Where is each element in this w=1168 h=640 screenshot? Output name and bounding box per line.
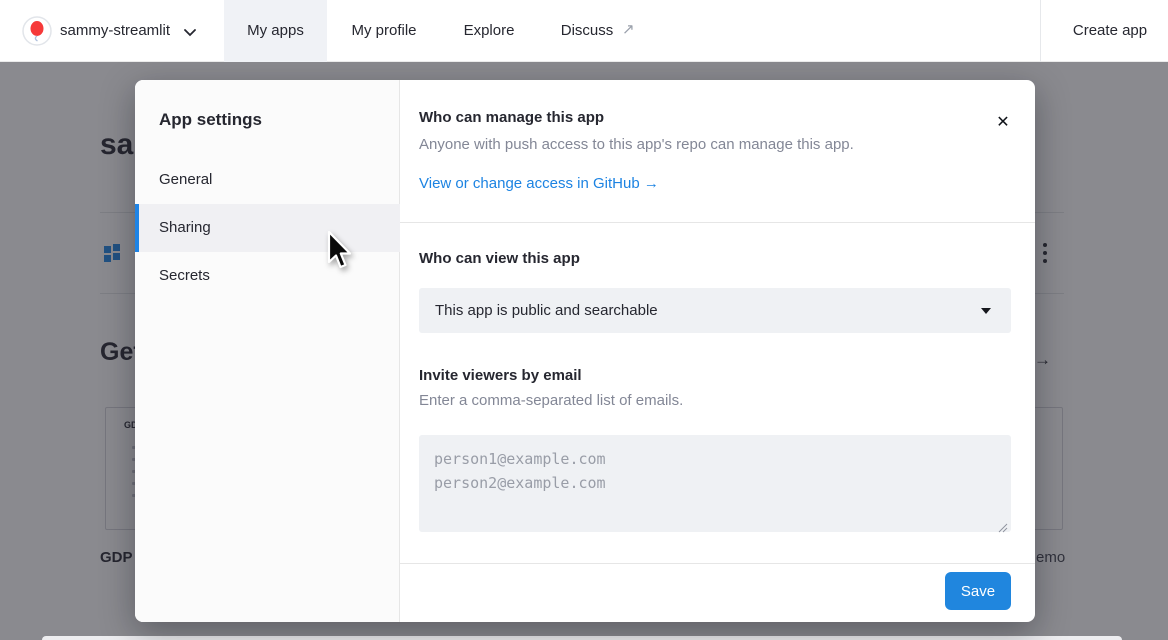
chevron-down-icon[interactable] [184, 24, 196, 42]
visibility-select[interactable]: This app is public and searchable [419, 288, 1011, 333]
invite-section-title: Invite viewers by email [419, 367, 582, 384]
sidebar-item-secrets[interactable]: Secrets [135, 252, 400, 300]
workspace-name[interactable]: sammy-streamlit [60, 0, 170, 62]
settings-sidebar: App settings General Sharing Secrets [135, 80, 400, 622]
app-settings-modal: App settings General Sharing Secrets ✕ W… [135, 80, 1035, 622]
github-access-link[interactable]: View or change access in GitHub → [419, 175, 659, 192]
create-app-button[interactable]: Create app [1058, 0, 1162, 62]
section-divider [400, 222, 1035, 223]
modal-title: App settings [159, 110, 262, 130]
external-link-icon: ↗ [622, 0, 635, 62]
manage-section-description: Anyone with push access to this app's re… [419, 136, 854, 153]
workspace-avatar[interactable] [22, 16, 52, 46]
save-button[interactable]: Save [945, 572, 1011, 610]
view-section-title: Who can view this app [419, 250, 580, 267]
caret-down-icon [981, 308, 991, 314]
top-navbar: sammy-streamlit My apps My profile Explo… [0, 0, 1168, 62]
bottom-strip [42, 636, 1122, 640]
nav-tab-discuss[interactable]: Discuss [550, 0, 624, 62]
nav-tab-my-apps[interactable]: My apps [224, 0, 327, 62]
nav-tab-my-profile[interactable]: My profile [340, 0, 428, 62]
nav-tab-explore[interactable]: Explore [452, 0, 526, 62]
sidebar-item-general[interactable]: General [135, 156, 400, 204]
footer-divider [400, 563, 1035, 564]
invite-emails-textarea[interactable] [419, 435, 1011, 532]
sidebar-item-sharing[interactable]: Sharing [135, 204, 400, 252]
visibility-selected-value: This app is public and searchable [435, 288, 658, 333]
navbar-divider [1040, 0, 1041, 62]
invite-section-description: Enter a comma-separated list of emails. [419, 392, 683, 409]
close-icon[interactable]: ✕ [991, 111, 1015, 135]
manage-section-title: Who can manage this app [419, 109, 604, 126]
